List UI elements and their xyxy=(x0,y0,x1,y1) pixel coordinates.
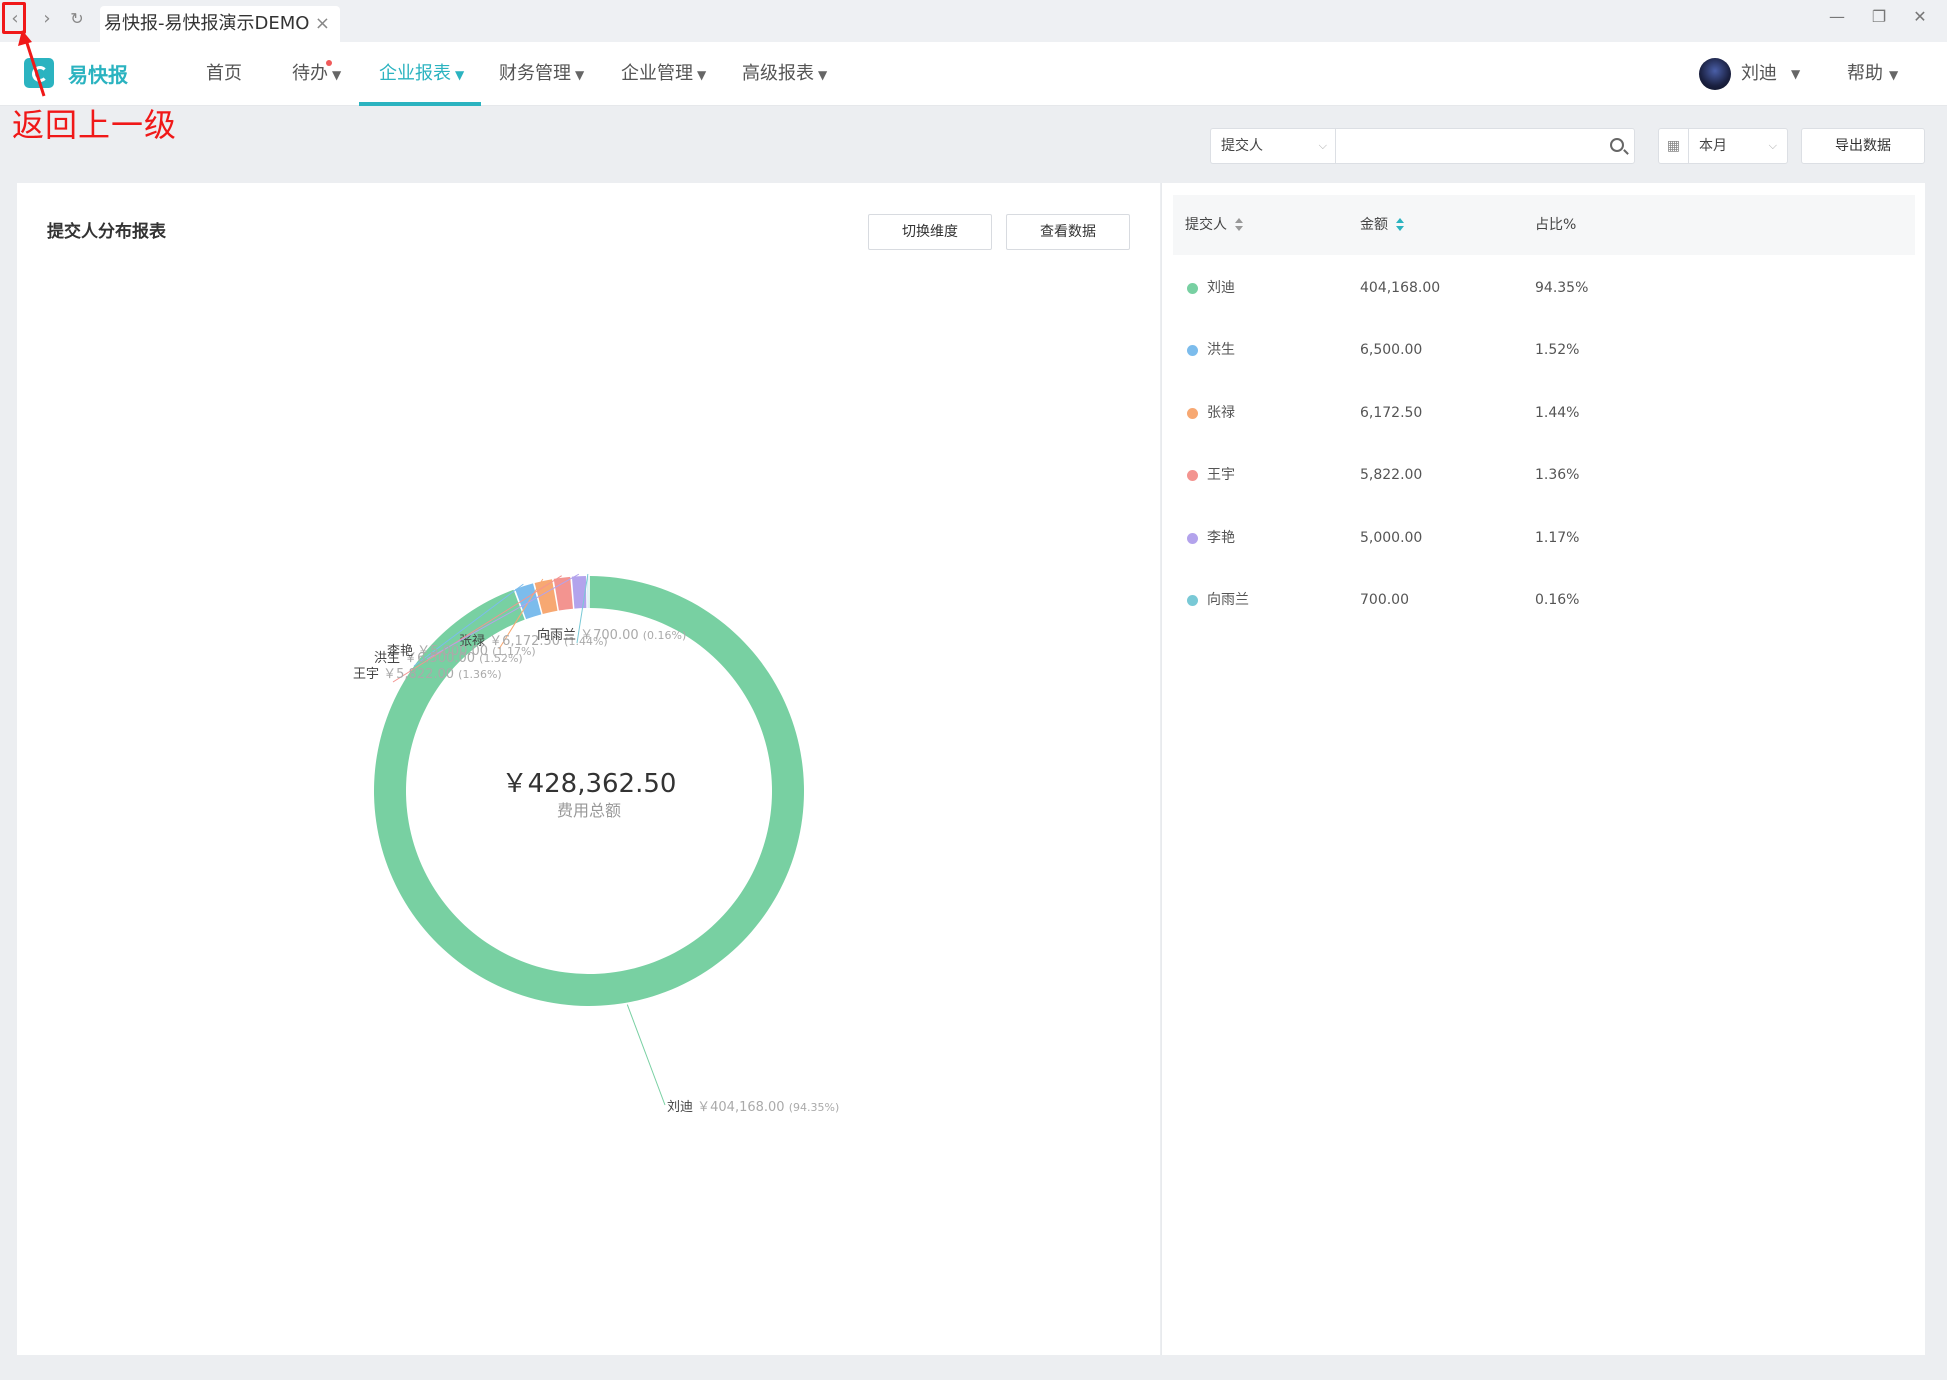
help-menu[interactable]: 帮助 ▼ xyxy=(1847,42,1898,107)
row-amount: 6,172.50 xyxy=(1360,405,1423,421)
avatar[interactable] xyxy=(1699,58,1731,90)
row-percent: 1.36% xyxy=(1535,467,1580,483)
row-amount: 700.00 xyxy=(1360,592,1409,608)
chevron-down-icon: ▼ xyxy=(1889,68,1899,82)
date-range-select[interactable]: ▦ 本月 ⌵ xyxy=(1658,128,1788,164)
column-header-submitter-label: 提交人 xyxy=(1185,217,1227,233)
chevron-down-icon[interactable]: ▼ xyxy=(1791,42,1800,106)
slice-label-5: 向雨兰 ￥700.00 (0.16%) xyxy=(537,627,686,643)
sort-icon[interactable] xyxy=(1235,218,1243,232)
legend-dot-icon xyxy=(1187,283,1198,294)
slice-label-3: 王宇 ￥5,822.00 (1.36%) xyxy=(353,667,502,682)
annotation-text: 返回上一级 xyxy=(12,106,178,144)
chevron-down-icon: ▼ xyxy=(332,68,342,82)
menu-todo-label: 待办 xyxy=(292,63,328,84)
chevron-down-icon: ▼ xyxy=(697,68,707,82)
chevron-down-icon: ⌵ xyxy=(1318,139,1327,152)
export-button[interactable]: 导出数据 xyxy=(1801,128,1925,164)
menu-todo[interactable]: 待办 ▼ xyxy=(292,42,341,106)
column-header-amount-label: 金额 xyxy=(1360,217,1388,233)
slice-label-4: 李艳 ￥5,000.00 (1.17%) xyxy=(387,643,536,659)
help-label: 帮助 xyxy=(1847,63,1883,84)
date-range-value: 本月 xyxy=(1699,138,1727,154)
row-name: 向雨兰 xyxy=(1207,592,1249,608)
table-row[interactable]: 张禄 6,172.50 1.44% xyxy=(1173,382,1915,444)
menu-enterprise-reports-label: 企业报表 xyxy=(379,63,451,84)
row-name: 刘迪 xyxy=(1207,280,1235,296)
menu-home[interactable]: 首页 xyxy=(206,42,242,106)
user-name[interactable]: 刘迪 xyxy=(1741,42,1777,106)
row-percent: 1.44% xyxy=(1535,405,1580,421)
menu-finance[interactable]: 财务管理 ▼ xyxy=(499,42,584,106)
row-amount: 5,822.00 xyxy=(1360,467,1423,483)
app-header: 易快报 首页 待办 ▼ 企业报表 ▼ 财务管理 ▼ 企业管理 ▼ 高级报表 ▼ 刘迪 ▼ … xyxy=(0,42,1947,106)
donut-slice-3[interactable] xyxy=(553,576,573,611)
window-close-icon[interactable]: ✕ xyxy=(1905,4,1935,30)
legend-dot-icon xyxy=(1187,345,1198,356)
chart-center-label: 费用总额 xyxy=(557,801,621,820)
report-panel: 提交人分布报表 切换维度 查看数据 刘迪 ￥404,168.00 (94.35%… xyxy=(17,183,1160,1355)
chevron-down-icon: ▼ xyxy=(575,68,585,82)
menu-home-label: 首页 xyxy=(206,63,242,84)
legend-dot-icon xyxy=(1187,595,1198,606)
label-leader-line-0 xyxy=(626,1004,666,1106)
column-header-percent-label: 占比% xyxy=(1535,217,1577,233)
donut-chart: 刘迪 ￥404,168.00 (94.35%)洪生 ￥6,500.00 (1.5… xyxy=(353,573,839,1115)
calendar-icon: ▦ xyxy=(1659,129,1689,163)
column-header-percent: 占比% xyxy=(1535,195,1576,255)
menu-enterprise-reports[interactable]: 企业报表 ▼ xyxy=(379,42,464,106)
chevron-down-icon: ⌵ xyxy=(1768,139,1777,152)
legend-dot-icon xyxy=(1187,408,1198,419)
menu-advanced-reports[interactable]: 高级报表 ▼ xyxy=(742,42,827,106)
active-menu-underline xyxy=(359,102,481,106)
minimize-icon[interactable]: — xyxy=(1822,4,1852,30)
menu-finance-label: 财务管理 xyxy=(499,63,571,84)
table-header: 提交人 金额 占比% xyxy=(1173,195,1915,255)
annotation-arrow xyxy=(18,30,46,97)
row-name: 张禄 xyxy=(1207,405,1235,421)
table-row[interactable]: 刘迪 404,168.00 94.35% xyxy=(1173,257,1915,319)
tab-title: 易快报-易快报演示DEMO xyxy=(104,13,310,34)
legend-dot-icon xyxy=(1187,470,1198,481)
menu-enterprise-admin[interactable]: 企业管理 ▼ xyxy=(621,42,706,106)
row-name: 李艳 xyxy=(1207,530,1235,546)
row-amount: 6,500.00 xyxy=(1360,342,1423,358)
row-percent: 94.35% xyxy=(1535,280,1589,296)
data-table-panel: 提交人 金额 占比% 刘迪 404,168.00 94.35% 洪生 6,500… xyxy=(1161,183,1925,1355)
notification-dot xyxy=(326,60,332,66)
search-icon[interactable] xyxy=(1610,138,1624,152)
reload-icon[interactable]: ↻ xyxy=(64,6,90,32)
chevron-down-icon: ▼ xyxy=(455,68,465,82)
chevron-down-icon: ▼ xyxy=(818,68,828,82)
row-percent: 1.52% xyxy=(1535,342,1580,358)
sort-icon[interactable] xyxy=(1396,218,1404,232)
column-header-submitter[interactable]: 提交人 xyxy=(1185,195,1243,255)
row-amount: 404,168.00 xyxy=(1360,280,1441,296)
tab-close-icon[interactable]: × xyxy=(315,6,330,42)
column-header-amount[interactable]: 金额 xyxy=(1360,195,1404,255)
slice-label-0: 刘迪 ￥404,168.00 (94.35%) xyxy=(667,1100,839,1115)
dimension-select[interactable]: 提交人 ⌵ xyxy=(1210,128,1335,164)
row-amount: 5,000.00 xyxy=(1360,530,1423,546)
menu-advanced-reports-label: 高级报表 xyxy=(742,63,814,84)
table-row[interactable]: 向雨兰 700.00 0.16% xyxy=(1173,569,1915,631)
table-row[interactable]: 李艳 5,000.00 1.17% xyxy=(1173,507,1915,569)
browser-tab[interactable]: 易快报-易快报演示DEMO × xyxy=(100,6,340,42)
browser-chrome: ‹ › ↻ 易快报-易快报演示DEMO × — ❐ ✕ xyxy=(0,0,1947,42)
dimension-select-value: 提交人 xyxy=(1221,138,1263,154)
logo-text: 易快报 xyxy=(68,63,128,87)
restore-icon[interactable]: ❐ xyxy=(1864,4,1894,30)
legend-dot-icon xyxy=(1187,533,1198,544)
row-name: 王宇 xyxy=(1207,467,1235,483)
row-percent: 1.17% xyxy=(1535,530,1580,546)
donut-slice-5[interactable] xyxy=(587,576,589,609)
search-input[interactable] xyxy=(1335,128,1635,164)
menu-enterprise-admin-label: 企业管理 xyxy=(621,63,693,84)
table-row[interactable]: 王宇 5,822.00 1.36% xyxy=(1173,444,1915,506)
donut-slice-4[interactable] xyxy=(571,576,587,609)
table-row[interactable]: 洪生 6,500.00 1.52% xyxy=(1173,319,1915,381)
row-percent: 0.16% xyxy=(1535,592,1580,608)
chart-center-total: ￥428,362.50 xyxy=(502,769,677,799)
row-name: 洪生 xyxy=(1207,342,1235,358)
